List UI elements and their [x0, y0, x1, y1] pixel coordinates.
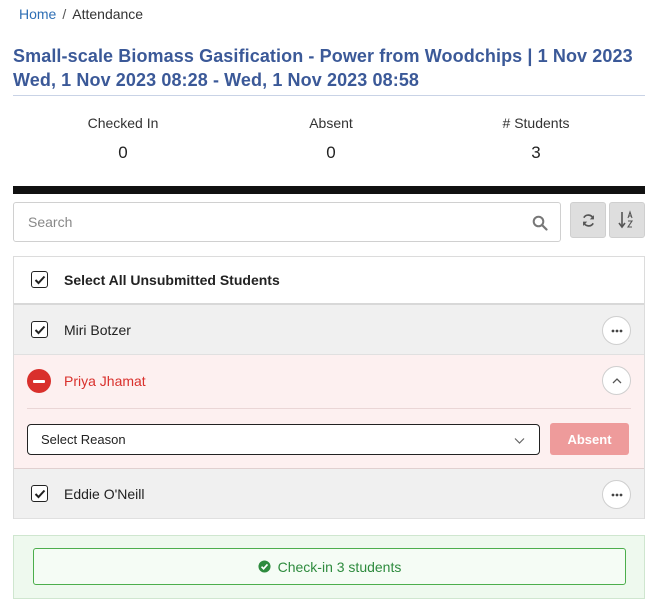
student-name: Priya Jhamat	[64, 373, 146, 389]
stat-absent-value: 0	[326, 143, 336, 162]
breadcrumb: Home / Attendance	[19, 6, 143, 22]
stat-checked-in-value: 0	[118, 143, 128, 162]
check-circle-icon	[258, 560, 271, 573]
student-options-button[interactable]	[602, 316, 631, 345]
list-item: Miri Botzer	[14, 305, 644, 355]
checkmark-icon	[34, 275, 45, 284]
stat-students: # Students 3	[456, 115, 616, 163]
expanded-divider	[27, 408, 631, 409]
refresh-icon	[582, 213, 594, 227]
list-item-expanded: Priya Jhamat Select Reason Absent	[14, 355, 644, 469]
student-name: Miri Botzer	[64, 322, 131, 338]
search-input[interactable]	[14, 203, 524, 241]
search-icon[interactable]	[532, 215, 548, 231]
search-box	[13, 202, 561, 242]
stat-absent-label: Absent	[309, 115, 353, 131]
chevron-up-icon	[612, 377, 621, 383]
checkin-button[interactable]: Check-in 3 students	[33, 548, 626, 585]
stat-checked-in-label: Checked In	[87, 115, 159, 131]
stat-checked-in: Checked In 0	[43, 115, 203, 163]
absent-button[interactable]: Absent	[550, 423, 629, 455]
student-list: Select All Unsubmitted Students Miri Bot…	[13, 256, 645, 519]
attendance-stats: Checked In 0 Absent 0 # Students 3	[13, 115, 645, 165]
breadcrumb-home-link[interactable]: Home	[19, 6, 56, 22]
chevron-down-icon	[514, 438, 525, 444]
checkmark-icon	[34, 325, 45, 334]
select-all-row: Select All Unsubmitted Students	[14, 257, 644, 305]
student-checkbox[interactable]	[31, 321, 48, 338]
select-all-label: Select All Unsubmitted Students	[64, 272, 280, 288]
student-checkbox[interactable]	[31, 485, 48, 502]
stat-students-value: 3	[531, 143, 541, 162]
ellipsis-icon	[611, 493, 622, 496]
reason-select[interactable]: Select Reason	[27, 424, 540, 455]
stat-absent: Absent 0	[251, 115, 411, 163]
absent-minus-icon[interactable]	[27, 369, 51, 393]
reason-select-value: Select Reason	[41, 432, 126, 447]
checkin-footer: Check-in 3 students	[13, 535, 645, 599]
student-options-button[interactable]	[602, 480, 631, 509]
checkin-button-label: Check-in 3 students	[277, 558, 402, 575]
section-divider-bar	[13, 186, 645, 194]
breadcrumb-separator: /	[62, 6, 67, 22]
student-name: Eddie O'Neill	[64, 486, 145, 502]
select-all-checkbox[interactable]	[31, 271, 48, 288]
breadcrumb-current: Attendance	[72, 6, 144, 22]
list-item: Eddie O'Neill	[14, 469, 644, 519]
ellipsis-icon	[611, 329, 622, 332]
student-collapse-button[interactable]	[602, 366, 631, 395]
sort-button[interactable]	[609, 202, 645, 238]
checkmark-icon	[34, 489, 45, 498]
stat-students-label: # Students	[502, 115, 570, 131]
page-title: Small-scale Biomass Gasification - Power…	[13, 46, 633, 90]
sort-alpha-down-icon	[618, 210, 634, 229]
refresh-button[interactable]	[570, 202, 606, 238]
title-divider	[13, 95, 645, 96]
